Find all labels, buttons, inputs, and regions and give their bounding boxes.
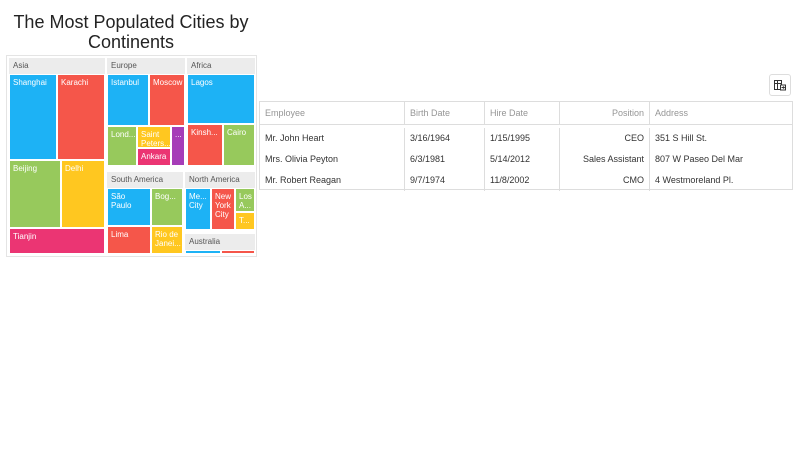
- treemap-tile[interactable]: Me... City: [185, 188, 211, 230]
- cell-hire-date[interactable]: 1/15/1995: [485, 128, 560, 149]
- treemap-tile[interactable]: Saint Peters...: [137, 126, 171, 148]
- treemap-tile[interactable]: Kinsh...: [187, 124, 223, 166]
- treemap-group-asia[interactable]: Asia Shanghai Karachi Beijing Delhi Tian…: [9, 58, 105, 254]
- treemap-tile[interactable]: [221, 250, 255, 254]
- export-to-excel-icon: [774, 80, 786, 91]
- group-label: Europe: [107, 58, 185, 74]
- column-header-address[interactable]: Address: [650, 102, 792, 124]
- treemap-tile[interactable]: Karachi: [57, 74, 105, 160]
- column-header-position[interactable]: Position: [560, 102, 650, 124]
- cell-hire-date[interactable]: 11/8/2002: [485, 170, 560, 191]
- cell-position[interactable]: CMO: [560, 170, 650, 191]
- cell-employee[interactable]: Mr. John Heart: [260, 128, 405, 149]
- cell-birth-date[interactable]: 6/3/1981: [405, 149, 485, 170]
- treemap-tile[interactable]: ...: [171, 126, 185, 166]
- grid-header-row: Employee Birth Date Hire Date Position A…: [260, 102, 792, 125]
- treemap-tile[interactable]: Delhi: [61, 160, 105, 228]
- treemap-group-australia[interactable]: Australia: [185, 234, 255, 254]
- column-header-hire-date[interactable]: Hire Date: [485, 102, 560, 124]
- table-row[interactable]: Mrs. Olivia Peyton 6/3/1981 5/14/2012 Sa…: [260, 149, 792, 170]
- treemap-group-africa[interactable]: Africa Lagos Kinsh... Cairo: [187, 58, 255, 166]
- table-row[interactable]: Mr. John Heart 3/16/1964 1/15/1995 CEO 3…: [260, 128, 792, 149]
- treemap-tile[interactable]: Moscow: [149, 74, 185, 126]
- group-label: Australia: [185, 234, 255, 250]
- treemap-tile[interactable]: Cairo: [223, 124, 255, 166]
- cell-position[interactable]: Sales Assistant: [560, 149, 650, 170]
- cell-employee[interactable]: Mrs. Olivia Peyton: [260, 149, 405, 170]
- treemap-tile[interactable]: New York City: [211, 188, 235, 230]
- cell-position[interactable]: CEO: [560, 128, 650, 149]
- treemap-tile[interactable]: Shanghai: [9, 74, 57, 160]
- treemap-chart: Asia Shanghai Karachi Beijing Delhi Tian…: [6, 55, 257, 257]
- group-label: North America: [185, 172, 255, 188]
- treemap-group-north-america[interactable]: North America Me... City New York City L…: [185, 172, 255, 230]
- employees-data-grid: Employee Birth Date Hire Date Position A…: [259, 101, 793, 191]
- treemap-group-europe[interactable]: Europe Istanbul Moscow Lond... Saint Pet…: [107, 58, 185, 166]
- cell-address[interactable]: 4 Westmoreland Pl.: [650, 170, 792, 191]
- cell-employee[interactable]: Mr. Robert Reagan: [260, 170, 405, 191]
- treemap-tile[interactable]: Lond...: [107, 126, 137, 166]
- treemap-tile[interactable]: Tianjin: [9, 228, 105, 254]
- treemap-tile[interactable]: Lima: [107, 226, 151, 254]
- group-label: Africa: [187, 58, 255, 74]
- cell-birth-date[interactable]: 3/16/1964: [405, 128, 485, 149]
- treemap-tile[interactable]: Rio de Janei...: [151, 226, 183, 254]
- treemap-tile[interactable]: [185, 250, 221, 254]
- table-row[interactable]: Mr. Robert Reagan 9/7/1974 11/8/2002 CMO…: [260, 170, 792, 191]
- treemap-tile[interactable]: Beijing: [9, 160, 61, 228]
- group-label: South America: [107, 172, 183, 188]
- cell-address[interactable]: 351 S Hill St.: [650, 128, 792, 149]
- treemap-tile[interactable]: Ankara: [137, 148, 171, 166]
- treemap-group-south-america[interactable]: South America São Paulo Bog... Lima Rio …: [107, 172, 183, 254]
- treemap-tile[interactable]: T...: [235, 212, 255, 230]
- cell-address[interactable]: 807 W Paseo Del Mar: [650, 149, 792, 170]
- group-label: Asia: [9, 58, 105, 74]
- treemap-tile[interactable]: Bog...: [151, 188, 183, 226]
- chart-title: The Most Populated Cities by Continents: [13, 12, 249, 52]
- cell-birth-date[interactable]: 9/7/1974: [405, 170, 485, 191]
- column-header-birth-date[interactable]: Birth Date: [405, 102, 485, 124]
- export-button[interactable]: [769, 74, 791, 96]
- grid-body: Mr. John Heart 3/16/1964 1/15/1995 CEO 3…: [260, 125, 792, 191]
- treemap-tile[interactable]: Los A...: [235, 188, 255, 212]
- cell-hire-date[interactable]: 5/14/2012: [485, 149, 560, 170]
- treemap-tile[interactable]: Istanbul: [107, 74, 149, 126]
- column-header-employee[interactable]: Employee: [260, 102, 405, 124]
- treemap-tile[interactable]: São Paulo: [107, 188, 151, 226]
- treemap-tile[interactable]: Lagos: [187, 74, 255, 124]
